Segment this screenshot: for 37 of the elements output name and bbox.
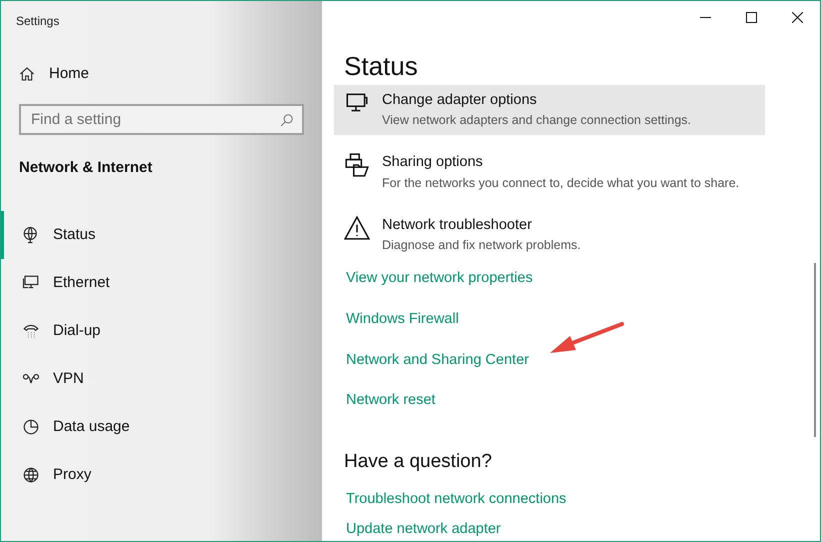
phone-icon [22, 322, 40, 340]
settings-link[interactable]: Network and Sharing Center [346, 350, 529, 372]
page-title: Status [344, 52, 418, 78]
help-link[interactable]: Update network adapter [346, 519, 501, 541]
section-heading: Have a question? [344, 450, 492, 474]
sidebar-item[interactable]: VPN [1, 355, 322, 403]
globe-monitor-icon [22, 226, 40, 244]
maximize-icon [746, 12, 756, 23]
option-description: View network adapters and change connection settings. [382, 112, 691, 130]
option-description: Diagnose and fix network problems. [382, 237, 581, 254]
option-item[interactable]: Network troubleshooter Diagnose and fix network problems. [334, 210, 765, 260]
home-icon [19, 66, 35, 82]
window-title: Settings [15, 13, 60, 30]
search-field[interactable]: Find a setting [19, 104, 304, 134]
settings-link[interactable]: Windows Firewall [346, 308, 459, 330]
settings-link[interactable]: View your network properties [346, 268, 533, 290]
sidebar-item[interactable]: Dial-up [1, 307, 322, 355]
close-icon [792, 12, 802, 23]
printer-folder-icon [344, 152, 370, 178]
option-description: For the networks you connect to, decide what you want to share. [382, 174, 740, 192]
globe-icon [22, 466, 40, 484]
option-item[interactable]: Sharing options For the networks you connect to, decide what you want to share. [334, 147, 765, 198]
search-icon [280, 112, 294, 126]
option-item[interactable]: Change adapter options View network adapters and change connection settings. [334, 84, 765, 135]
sidebar-item[interactable]: Proxy [1, 451, 322, 499]
option-title: Change adapter options [382, 90, 538, 110]
warning-icon [344, 214, 370, 240]
option-title: Network troubleshooter [382, 216, 533, 234]
option-title: Sharing options [382, 153, 484, 172]
pie-chart-icon [22, 418, 40, 436]
sidebar-item[interactable]: Status [1, 211, 322, 259]
section-heading: Network & Internet [19, 158, 152, 178]
sidebar-item[interactable]: Data usage [1, 403, 322, 451]
sidebar-item[interactable]: Ethernet [1, 259, 322, 307]
settings-link[interactable]: Network reset [346, 390, 436, 412]
home-link[interactable]: Home [19, 63, 90, 86]
help-link[interactable]: Troubleshoot network connections [346, 488, 566, 510]
